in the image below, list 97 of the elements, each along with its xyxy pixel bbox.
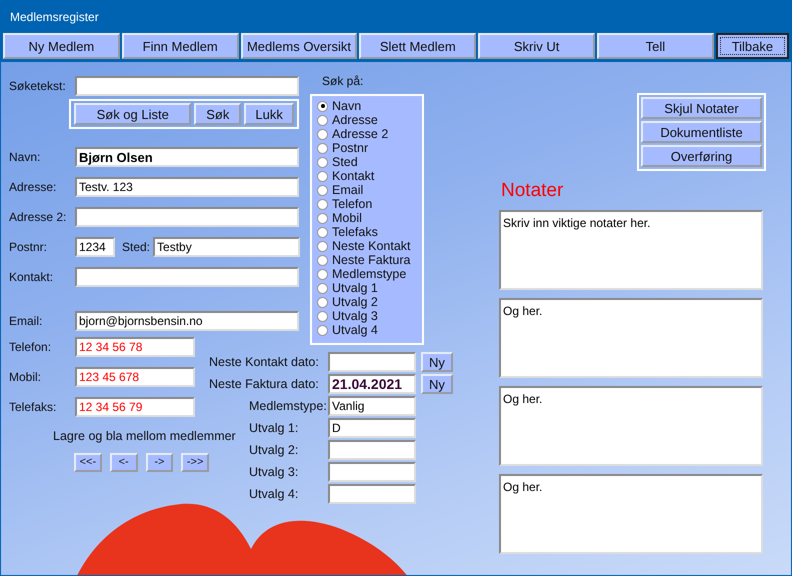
radio-option[interactable]: Telefon [317,197,418,211]
field-label: Neste Faktura dato: [209,376,320,393]
toolbar-button[interactable]: Ny Medlem [3,33,120,59]
input-field[interactable]: D [328,418,416,438]
radio-option[interactable]: Adresse 2 [317,127,418,141]
input-field[interactable]: Testby [153,237,300,257]
side-button[interactable]: Skjul Notater [641,97,762,119]
radio-option[interactable]: Neste Kontakt [317,239,418,253]
radio-button[interactable] [317,254,328,266]
side-button[interactable]: Overføring [641,145,762,167]
nav-button[interactable]: <- [110,453,138,472]
radio-button[interactable] [317,324,328,336]
radio-option[interactable]: Medlemstype [317,267,418,281]
toolbar-button[interactable]: Skriv Ut [478,33,595,59]
radio-button[interactable] [317,142,328,154]
new-button[interactable]: Ny [421,374,453,394]
field-label: Adresse: [9,179,58,196]
input-field[interactable]: bjorn@bjornsbensin.no [75,311,299,331]
radio-button[interactable] [317,170,328,182]
field-label: Medlemstype: [249,398,328,415]
search-button[interactable]: Søk og Liste [74,103,192,125]
radio-button[interactable] [317,268,328,280]
notes-field[interactable]: Og her. [499,474,763,554]
notes-field[interactable]: Og her. [499,386,763,466]
search-field[interactable] [75,76,299,96]
input-field[interactable]: 12 34 56 79 [75,397,195,417]
date-field[interactable] [328,352,416,372]
radio-button[interactable] [317,212,328,224]
field-label: Kontakt: [9,269,54,286]
radio-button[interactable] [317,184,328,196]
input-field[interactable]: 123 45 678 [75,367,195,387]
radio-button[interactable] [317,156,328,168]
group-label: Søk på: [322,73,364,90]
search-button[interactable]: Lukk [244,103,294,125]
input-field[interactable] [75,207,299,227]
field-label: Telefon: [9,339,52,356]
field-label: Neste Kontakt dato: [209,354,320,371]
toolbar-button[interactable]: Finn Medlem [122,33,239,59]
input-field[interactable] [328,484,416,504]
radio-option[interactable]: Kontakt [317,169,418,183]
notes-field[interactable]: Og her. [499,298,763,378]
side-button[interactable]: Dokumentliste [641,121,762,143]
input-field[interactable] [328,440,416,460]
input-field[interactable]: Vanlig [328,396,416,416]
radio-button[interactable] [317,226,328,238]
field-label: Utvalg 3: [249,464,300,481]
toolbar-button[interactable]: Slett Medlem [359,33,476,59]
nav-button[interactable]: ->> [181,453,209,472]
field-label: Mobil: [9,369,42,386]
field-label: Sted: [122,239,150,256]
radio-button[interactable] [317,240,328,252]
radio-option[interactable]: Adresse [317,113,418,127]
field-label: Søketekst: [9,78,67,95]
radio-button[interactable] [317,296,328,308]
radio-option[interactable]: Utvalg 1 [317,281,418,295]
radio-option[interactable]: Postnr [317,141,418,155]
radio-option[interactable]: Neste Faktura [317,253,418,267]
radio-option[interactable]: Utvalg 3 [317,309,418,323]
radio-option[interactable]: Mobil [317,211,418,225]
field-label: Postnr: [9,239,48,256]
field-label: Utvalg 2: [249,442,300,459]
input-field[interactable] [75,267,299,287]
radio-button[interactable] [317,128,328,140]
radio-option[interactable]: Email [317,183,418,197]
radio-button[interactable] [317,310,328,322]
nav-button[interactable]: -> [146,453,174,472]
radio-button[interactable] [317,114,328,126]
input-field[interactable]: Testv. 123 [75,177,299,197]
radio-option[interactable]: Telefaks [317,225,418,239]
toolbar-button[interactable]: Tilbake [716,33,790,59]
input-field[interactable]: 1234 [75,237,115,257]
window-title: Medlemsregister [1,1,791,31]
input-field[interactable]: Bjørn Olsen [75,147,299,167]
radio-button[interactable] [317,198,328,210]
radio-option[interactable]: Utvalg 4 [317,323,418,337]
nav-button[interactable]: <<- [74,453,102,472]
search-button[interactable]: Søk [194,103,242,125]
caption-text: Lagre og bla mellom medlemmer [53,428,236,444]
input-field[interactable] [328,462,416,482]
toolbar-button[interactable]: Medlems Oversikt [240,33,358,59]
notes-title: Notater [501,179,564,203]
toolbar-button[interactable]: Tell [596,33,714,59]
new-button[interactable]: Ny [421,352,453,372]
field-label: Utvalg 1: [249,420,300,437]
radio-option[interactable]: Sted [317,155,418,169]
field-label: Telefaks: [9,399,58,416]
notes-field[interactable]: Skriv inn viktige notater her. [499,210,763,290]
field-label: Navn: [9,149,42,166]
input-field[interactable]: 12 34 56 78 [75,337,195,357]
radio-button[interactable] [317,100,328,112]
field-label: Utvalg 4: [249,486,300,503]
field-label: Adresse 2: [9,209,68,226]
field-label: Email: [9,313,44,330]
date-field[interactable]: 21.04.2021 [328,374,416,394]
radio-option[interactable]: Navn [317,99,418,113]
radio-button[interactable] [317,282,328,294]
radio-option[interactable]: Utvalg 2 [317,295,418,309]
